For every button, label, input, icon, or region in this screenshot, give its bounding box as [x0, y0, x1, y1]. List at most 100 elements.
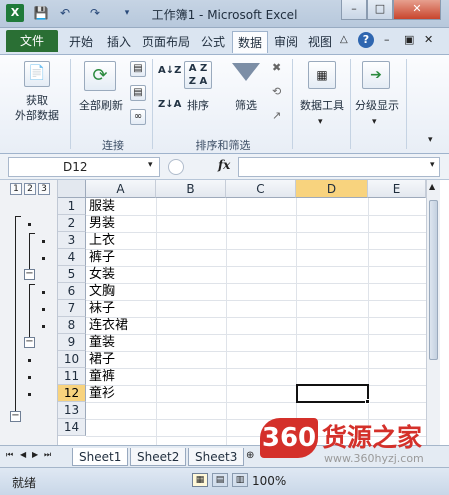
- cell-a10[interactable]: 裙子: [86, 351, 156, 368]
- row-header[interactable]: 1: [58, 198, 86, 215]
- vertical-scrollbar[interactable]: ▲: [426, 180, 440, 445]
- first-sheet-icon[interactable]: ⏮: [6, 450, 13, 460]
- help-icon[interactable]: ?: [358, 32, 374, 48]
- cell-a8[interactable]: 连衣裙: [86, 317, 156, 334]
- edit-links-icon[interactable]: ∞: [130, 109, 146, 125]
- outline-dropdown-icon[interactable]: ▾: [372, 117, 377, 127]
- row-header[interactable]: 11: [58, 368, 86, 385]
- row-header[interactable]: 13: [58, 402, 86, 419]
- collapse-womens-button[interactable]: −: [24, 337, 35, 348]
- insert-function-icon[interactable]: fx: [218, 158, 230, 172]
- properties-icon[interactable]: ▤: [130, 85, 146, 101]
- outline-level-2-button[interactable]: 2: [24, 183, 36, 195]
- formula-bar-handle[interactable]: [168, 159, 184, 175]
- row-header[interactable]: 8: [58, 317, 86, 334]
- zoom-level[interactable]: 100%: [252, 474, 286, 488]
- row-header[interactable]: 7: [58, 300, 86, 317]
- gridline: [368, 198, 369, 445]
- prev-sheet-icon[interactable]: ◀: [20, 450, 26, 459]
- row-header[interactable]: 10: [58, 351, 86, 368]
- data-tools-icon: ▦: [308, 61, 336, 89]
- page-layout-view-icon[interactable]: ▤: [212, 473, 228, 487]
- formula-input[interactable]: [238, 157, 440, 177]
- row-header[interactable]: 6: [58, 283, 86, 300]
- name-box[interactable]: D12: [8, 157, 160, 177]
- sort-az-icon[interactable]: A↓Z: [158, 65, 181, 76]
- clear-filter-icon[interactable]: ✖: [272, 61, 281, 74]
- tab-home[interactable]: 开始: [64, 31, 98, 53]
- outline-level-1-button[interactable]: 1: [10, 183, 22, 195]
- sheet-tab-1[interactable]: Sheet1: [72, 448, 129, 466]
- page-break-view-icon[interactable]: ▥: [232, 473, 248, 487]
- cell-a7[interactable]: 袜子: [86, 300, 156, 317]
- cell-a12[interactable]: 童衫: [86, 385, 156, 402]
- column-header-c[interactable]: C: [226, 180, 296, 198]
- tab-data[interactable]: 数据: [232, 31, 268, 53]
- sheet-tab-3[interactable]: Sheet3: [188, 448, 245, 466]
- outline-dot: [28, 376, 31, 379]
- reapply-icon[interactable]: ⟲: [272, 85, 281, 98]
- tab-formulas[interactable]: 公式: [196, 31, 230, 53]
- tab-file[interactable]: 文件: [6, 30, 58, 52]
- column-header-e[interactable]: E: [368, 180, 426, 198]
- ribbon-scroll-icon[interactable]: ▾: [428, 135, 433, 145]
- expand-formula-icon[interactable]: ▾: [430, 160, 435, 170]
- row-header[interactable]: 5: [58, 266, 86, 283]
- cell-a5[interactable]: 女装: [86, 266, 156, 283]
- maximize-button[interactable]: □: [367, 0, 393, 20]
- get-external-data-button[interactable]: 获取 外部数据: [6, 93, 68, 123]
- sort-button[interactable]: 排序: [180, 97, 216, 113]
- cell-a4[interactable]: 裤子: [86, 249, 156, 266]
- cell-a2[interactable]: 男装: [86, 215, 156, 232]
- doc-minimize-button[interactable]: –: [384, 33, 390, 46]
- minimize-ribbon-icon[interactable]: △: [340, 34, 348, 45]
- row-header[interactable]: 3: [58, 232, 86, 249]
- collapse-group-1-button[interactable]: −: [10, 411, 21, 422]
- column-header-d[interactable]: D: [296, 180, 368, 198]
- cell-a11[interactable]: 童裤: [86, 368, 156, 385]
- row-header[interactable]: 9: [58, 334, 86, 351]
- row-header[interactable]: 2: [58, 215, 86, 232]
- row-header[interactable]: 12: [58, 385, 86, 402]
- outline-bracket-level1: [15, 216, 16, 414]
- outline-button[interactable]: 分级显示: [350, 97, 404, 113]
- normal-view-icon[interactable]: ▦: [192, 473, 208, 487]
- active-cell-d12[interactable]: [296, 384, 369, 403]
- close-button[interactable]: ✕: [393, 0, 441, 20]
- tab-page-layout[interactable]: 页面布局: [138, 31, 194, 53]
- cell-a3[interactable]: 上衣: [86, 232, 156, 249]
- group-sort-filter-label: 排序和筛选: [195, 139, 251, 152]
- sort-za-icon[interactable]: Z↓A: [158, 99, 181, 110]
- insert-sheet-icon[interactable]: ⊕: [246, 450, 254, 461]
- name-box-dropdown-icon[interactable]: ▾: [148, 160, 153, 170]
- last-sheet-icon[interactable]: ⏭: [44, 450, 51, 460]
- doc-restore-button[interactable]: ▣: [404, 33, 414, 46]
- tab-review[interactable]: 审阅: [270, 31, 302, 53]
- fill-handle[interactable]: [365, 399, 370, 404]
- refresh-all-button[interactable]: 全部刷新: [74, 97, 128, 113]
- collapse-mens-button[interactable]: −: [24, 269, 35, 280]
- cell-a9[interactable]: 童装: [86, 334, 156, 351]
- cell-a6[interactable]: 文胸: [86, 283, 156, 300]
- next-sheet-icon[interactable]: ▶: [32, 450, 38, 459]
- row-header[interactable]: 14: [58, 419, 86, 436]
- column-header-a[interactable]: A: [86, 180, 156, 198]
- outline-level-3-button[interactable]: 3: [38, 183, 50, 195]
- data-tools-button[interactable]: 数据工具: [296, 97, 348, 113]
- filter-button[interactable]: 筛选: [226, 97, 266, 113]
- advanced-filter-icon[interactable]: ↗: [272, 109, 281, 122]
- select-all-corner[interactable]: [58, 180, 86, 198]
- data-tools-dropdown-icon[interactable]: ▾: [318, 117, 323, 127]
- row-header[interactable]: 4: [58, 249, 86, 266]
- doc-close-button[interactable]: ✕: [424, 33, 433, 46]
- tab-insert[interactable]: 插入: [102, 31, 136, 53]
- connections-icon[interactable]: ▤: [130, 61, 146, 77]
- column-header-b[interactable]: B: [156, 180, 226, 198]
- minimize-button[interactable]: –: [341, 0, 367, 20]
- sheet-tab-2[interactable]: Sheet2: [130, 448, 187, 466]
- scroll-thumb[interactable]: [429, 200, 438, 360]
- tab-view[interactable]: 视图: [304, 31, 336, 53]
- cell-a1[interactable]: 服装: [86, 198, 156, 215]
- scroll-up-icon[interactable]: ▲: [429, 182, 435, 191]
- worksheet-grid[interactable]: 1 2 3 A B C D E 1 服装 2 男装 3 上衣 4 裤子 5 女装…: [0, 180, 449, 445]
